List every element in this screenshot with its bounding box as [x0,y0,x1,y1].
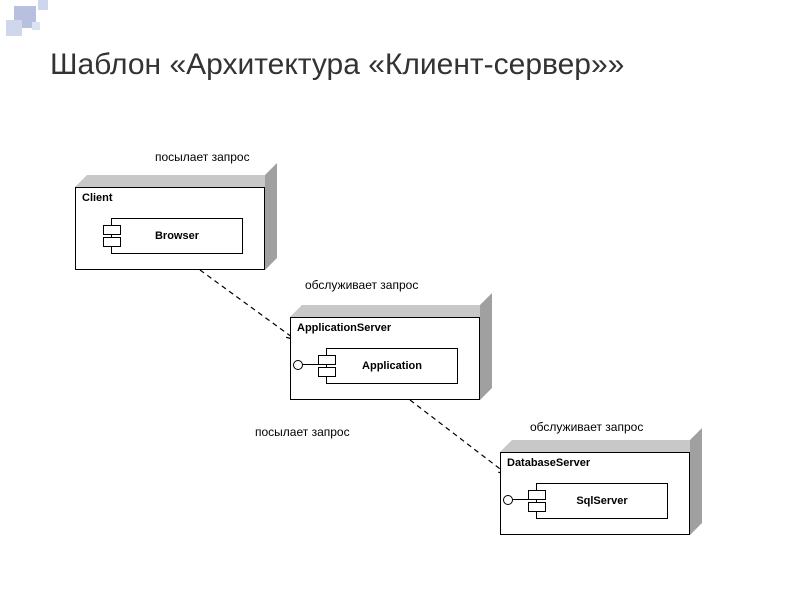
component-application: Application [326,348,458,384]
node-appserver-title: ApplicationServer [297,322,391,334]
node-dbserver: DatabaseServer SqlServer [500,440,690,535]
component-browser: Browser [111,218,243,254]
component-application-label: Application [362,360,422,372]
node-dbserver-title: DatabaseServer [507,457,590,469]
component-sqlserver-label: SqlServer [576,495,627,507]
component-sqlserver: SqlServer [536,483,668,519]
node-client-title: Client [82,192,113,204]
node-client: Client Browser [75,175,265,270]
slide-title: Шаблон «Архитектура «Клиент-сервер»» [50,48,624,82]
component-browser-label: Browser [155,230,199,242]
node-appserver: ApplicationServer Application [290,305,480,400]
architecture-diagram: посылает запрос обслуживает запрос посыл… [0,120,800,600]
